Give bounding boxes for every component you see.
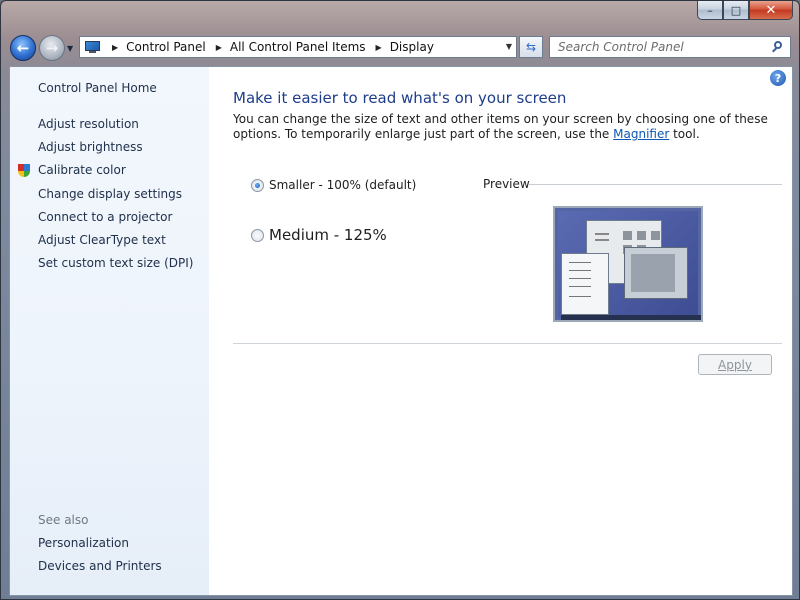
navigation-bar: ← → ▼ ▶ Control Panel ▶ All Control Pane… xyxy=(1,31,800,63)
display-monitor-icon xyxy=(84,40,102,54)
breadcrumb: ▶ Control Panel ▶ All Control Panel Item… xyxy=(102,40,434,54)
refresh-button[interactable]: ⇆ xyxy=(519,36,543,58)
sidebar-item-adjust-cleartype[interactable]: Adjust ClearType text xyxy=(38,233,166,247)
page-description: You can change the size of text and othe… xyxy=(233,112,773,142)
maximize-button[interactable]: □ xyxy=(723,1,749,20)
option-medium[interactable]: Medium - 125% xyxy=(251,226,387,244)
option-smaller-label[interactable]: Smaller - 100% (default) xyxy=(269,178,416,192)
recent-pages-dropdown[interactable]: ▼ xyxy=(67,44,73,53)
magnifier-link[interactable]: Magnifier xyxy=(613,127,669,141)
sidebar-item-adjust-brightness[interactable]: Adjust brightness xyxy=(38,140,143,154)
forward-button[interactable]: → xyxy=(39,35,65,61)
sidebar-item-personalization[interactable]: Personalization xyxy=(38,536,129,550)
address-bar[interactable]: ▶ Control Panel ▶ All Control Panel Item… xyxy=(79,36,517,58)
preview-image xyxy=(553,206,703,322)
display-window: – □ ✕ ← → ▼ ▶ Control Panel ▶ All Contro… xyxy=(0,0,800,600)
page-title: Make it easier to read what's on your sc… xyxy=(233,89,567,107)
minimize-button[interactable]: – xyxy=(697,1,723,20)
breadcrumb-control-panel[interactable]: Control Panel xyxy=(126,40,206,54)
address-dropdown-button[interactable]: ▼ xyxy=(506,42,512,51)
search-input[interactable] xyxy=(558,40,758,54)
sidebar: Control Panel Home Adjust resolution Adj… xyxy=(10,67,209,595)
sidebar-item-change-display-settings[interactable]: Change display settings xyxy=(38,187,182,201)
see-also-heading: See also xyxy=(38,513,89,527)
sidebar-item-control-panel-home[interactable]: Control Panel Home xyxy=(38,81,157,95)
uac-shield-icon xyxy=(16,163,32,179)
option-medium-label[interactable]: Medium - 125% xyxy=(269,226,387,244)
content-area: Control Panel Home Adjust resolution Adj… xyxy=(9,66,793,596)
sidebar-item-adjust-resolution[interactable]: Adjust resolution xyxy=(38,117,139,131)
preview-label: Preview xyxy=(483,177,530,191)
breadcrumb-separator[interactable]: ▶ xyxy=(376,43,382,52)
sidebar-item-calibrate-color[interactable]: Calibrate color xyxy=(38,163,126,177)
breadcrumb-separator[interactable]: ▶ xyxy=(112,43,118,52)
radio-smaller[interactable] xyxy=(251,178,264,192)
search-icon[interactable] xyxy=(770,40,784,54)
breadcrumb-all-items[interactable]: All Control Panel Items xyxy=(230,40,366,54)
content-divider xyxy=(233,343,782,344)
preview-divider xyxy=(529,184,782,185)
caption-buttons: – □ ✕ xyxy=(697,1,793,20)
close-button[interactable]: ✕ xyxy=(749,1,793,20)
search-box[interactable] xyxy=(549,36,791,58)
sidebar-item-custom-text-size[interactable]: Set custom text size (DPI) xyxy=(38,256,193,270)
help-icon[interactable]: ? xyxy=(770,70,786,86)
sidebar-item-connect-projector[interactable]: Connect to a projector xyxy=(38,210,172,224)
apply-button[interactable]: Apply xyxy=(698,354,772,375)
breadcrumb-display[interactable]: Display xyxy=(390,40,434,54)
main-panel: ? Make it easier to read what's on your … xyxy=(210,67,792,595)
back-button[interactable]: ← xyxy=(10,35,36,61)
option-smaller[interactable]: Smaller - 100% (default) xyxy=(251,178,416,192)
breadcrumb-separator[interactable]: ▶ xyxy=(216,43,222,52)
sidebar-item-devices-printers[interactable]: Devices and Printers xyxy=(38,559,162,573)
radio-medium[interactable] xyxy=(251,228,264,242)
description-tail: tool. xyxy=(669,127,700,141)
